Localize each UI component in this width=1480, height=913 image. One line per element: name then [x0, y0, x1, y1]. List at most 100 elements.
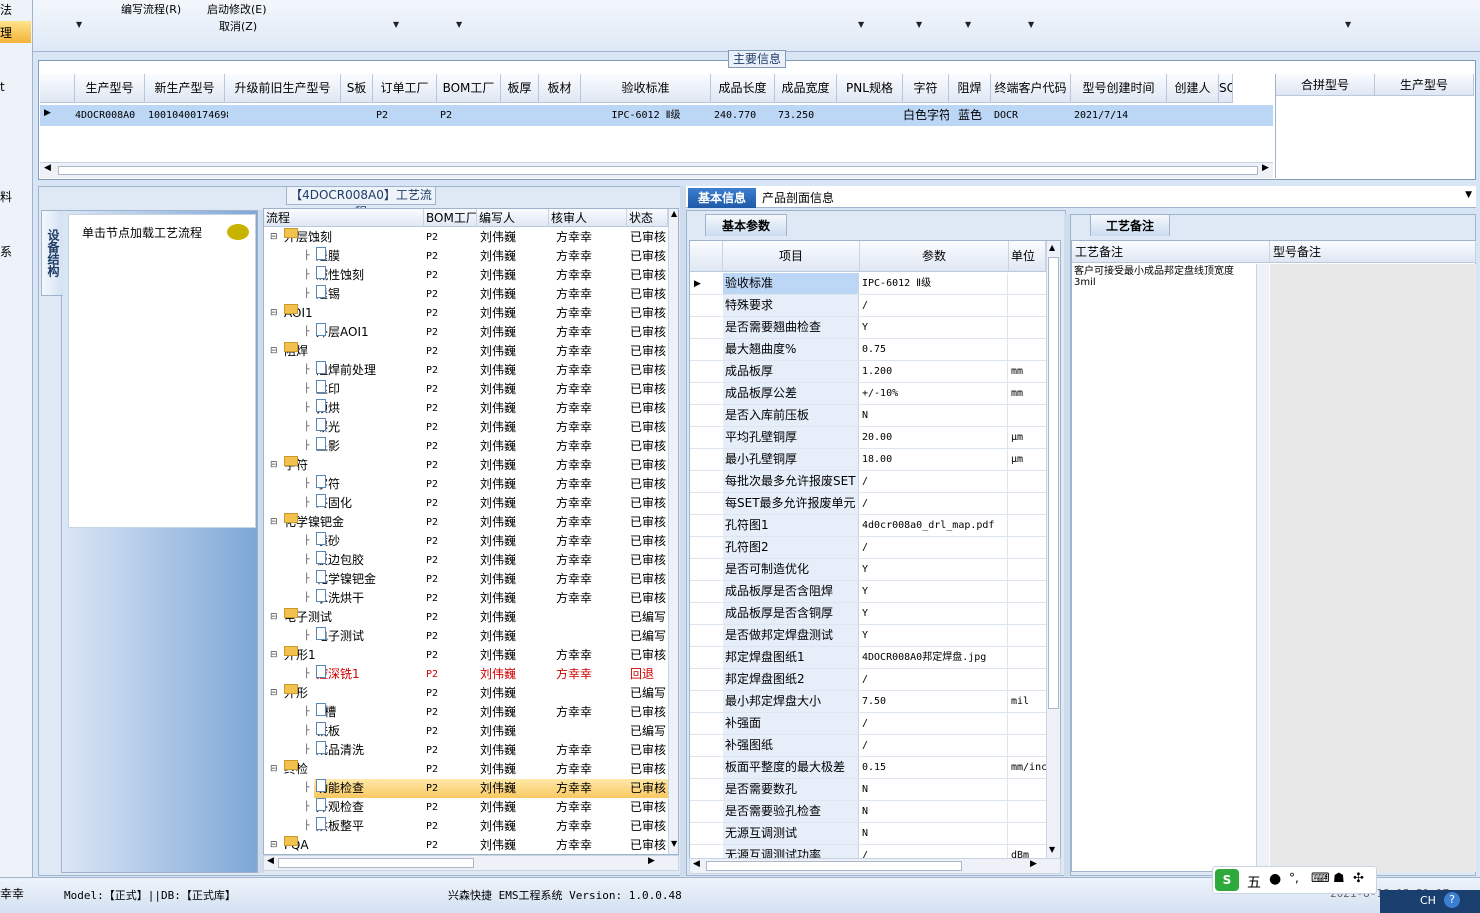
- dropdown-arrow-icon[interactable]: ▼: [1028, 20, 1034, 29]
- table-cell[interactable]: 2021/7/14: [1074, 105, 1170, 126]
- language-indicator[interactable]: CH: [1420, 894, 1436, 907]
- model-remark-area[interactable]: [1270, 264, 1476, 872]
- col-header[interactable]: 升级前旧生产型号: [225, 74, 341, 103]
- ime-toolbar[interactable]: S 五 ● °, ⌨ ☗ ✣: [1212, 866, 1377, 894]
- process-row[interactable]: ├ 退膜 P2 刘伟巍 方幸幸 已审核: [264, 247, 668, 266]
- process-row[interactable]: ⊟终检P2刘伟巍方幸幸已审核: [264, 760, 668, 779]
- table-cell[interactable]: 白色字符: [903, 105, 949, 126]
- param-row[interactable]: 成品板厚公差 +/-10% mm: [690, 383, 1046, 405]
- dropdown-arrow-icon[interactable]: ▼: [76, 20, 82, 29]
- process-row[interactable]: ⊟字符P2刘伟巍方幸幸已审核: [264, 456, 668, 475]
- table-cell[interactable]: P2: [440, 105, 504, 126]
- process-row[interactable]: ├ 板边包胶 P2 刘伟巍 方幸幸 已审核: [264, 551, 668, 570]
- param-row[interactable]: 是否需要数孔 N: [690, 779, 1046, 801]
- params-horizontal-scrollbar[interactable]: ◀ ▶: [689, 858, 1061, 874]
- collapse-icon[interactable]: ⊟: [270, 760, 278, 779]
- collapse-icon[interactable]: ⊟: [270, 228, 278, 247]
- process-row[interactable]: ⊟ AOI1 P2 刘伟巍 方幸幸 已审核: [264, 304, 668, 323]
- table-cell[interactable]: P2: [376, 105, 440, 126]
- process-row[interactable]: ├ 控深铣1 P2 刘伟巍 方幸幸 回退: [264, 665, 668, 684]
- process-row[interactable]: ├ 化学镍钯金 P2 刘伟巍 方幸幸 已审核: [264, 570, 668, 589]
- param-row[interactable]: 邦定焊盘图纸1 4DOCR008A0邦定焊盘.jpg: [690, 647, 1046, 669]
- col-header[interactable]: 验收标准: [581, 74, 711, 103]
- process-row[interactable]: ├ 铣板 P2 刘伟巍 已编写: [264, 722, 668, 741]
- col-header[interactable]: 型号创建时间: [1071, 74, 1167, 103]
- param-row[interactable]: 成品板厚是否含阻焊 Y: [690, 581, 1046, 603]
- ime-mode[interactable]: 五: [1247, 872, 1261, 892]
- col-header[interactable]: 生产型号: [75, 74, 145, 103]
- param-row[interactable]: 是否入库前压板 N: [690, 405, 1046, 427]
- process-row[interactable]: ├ 曝光 P2 刘伟巍 方幸幸 已审核: [264, 418, 668, 437]
- col-header[interactable]: S板: [341, 74, 373, 103]
- param-value[interactable]: N: [860, 405, 1008, 426]
- col-header[interactable]: SC: [1219, 74, 1233, 103]
- col-header[interactable]: 新生产型号: [145, 74, 225, 103]
- cancel-button[interactable]: 取消(Z): [219, 18, 257, 34]
- process-row[interactable]: ├ 字符 P2 刘伟巍 方幸幸 已审核: [264, 475, 668, 494]
- process-row[interactable]: ⊟ 外形1 P2 刘伟巍 方幸幸 已审核: [264, 646, 668, 665]
- table-cell[interactable]: DOCR: [994, 105, 1074, 126]
- process-row[interactable]: ├ 预烘 P2 刘伟巍 方幸幸 已审核: [264, 399, 668, 418]
- col-header-process[interactable]: 流程: [264, 209, 424, 227]
- collapse-icon[interactable]: ⊟: [270, 836, 278, 854]
- param-value[interactable]: /: [860, 295, 1008, 316]
- col-header[interactable]: 阻焊: [949, 74, 991, 103]
- user-icon[interactable]: ☗: [1333, 871, 1345, 886]
- param-value[interactable]: Y: [860, 603, 1008, 624]
- param-value[interactable]: /: [860, 735, 1008, 756]
- params-vertical-scrollbar[interactable]: ▲ ▼: [1046, 241, 1060, 859]
- param-row[interactable]: 成品板厚 1.200 mm: [690, 361, 1046, 383]
- col-header[interactable]: 成品长度: [711, 74, 775, 103]
- help-icon[interactable]: ?: [1444, 892, 1460, 908]
- dropdown-arrow-icon[interactable]: ▼: [965, 20, 971, 29]
- process-row[interactable]: ├ 喷砂 P2 刘伟巍 方幸幸 已审核: [264, 532, 668, 551]
- param-value[interactable]: 0.75: [860, 339, 1008, 360]
- param-row[interactable]: 特殊要求 /: [690, 295, 1046, 317]
- left-nav-item[interactable]: 理: [0, 24, 12, 41]
- param-value[interactable]: 20.00: [860, 427, 1008, 448]
- param-row[interactable]: 孔符图2/: [690, 537, 1046, 559]
- grid-icon[interactable]: ✣: [1353, 871, 1364, 886]
- param-value[interactable]: /: [860, 537, 1008, 558]
- param-value[interactable]: Y: [860, 559, 1008, 580]
- keyboard-icon[interactable]: ⌨: [1311, 871, 1330, 886]
- param-value[interactable]: /: [860, 713, 1008, 734]
- process-row[interactable]: ├ 阻焊前处理 P2 刘伟巍 方幸幸 已审核: [264, 361, 668, 380]
- param-value[interactable]: /: [860, 669, 1008, 690]
- param-row[interactable]: 是否做邦定焊盘测试 Y: [690, 625, 1046, 647]
- col-header[interactable]: 字符: [903, 74, 949, 103]
- param-row[interactable]: 验收标准 IPC-6012 Ⅱ级: [690, 273, 1046, 295]
- process-row[interactable]: ├ 水洗烘干 P2 刘伟巍 方幸幸 已审核: [264, 589, 668, 608]
- param-value[interactable]: 0.15: [860, 757, 1008, 778]
- process-row[interactable]: ⊟外形P2刘伟巍已编写: [264, 684, 668, 703]
- col-header[interactable]: 板厚: [501, 74, 539, 103]
- left-nav-item[interactable]: 法: [0, 1, 12, 18]
- param-value[interactable]: 1.200: [860, 361, 1008, 382]
- param-row[interactable]: 无源互调测试 N: [690, 823, 1046, 845]
- param-row[interactable]: 最小孔壁铜厚 18.00 μm: [690, 449, 1046, 471]
- process-row[interactable]: ⊟ 外层蚀刻 P2 刘伟巍 方幸幸 已审核: [264, 228, 668, 247]
- tab-process-remarks[interactable]: 工艺备注: [1090, 214, 1170, 236]
- param-value[interactable]: N: [860, 801, 1008, 822]
- dropdown-arrow-icon[interactable]: ▼: [1345, 20, 1351, 29]
- param-row[interactable]: 每SET最多允许报废单元 /: [690, 493, 1046, 515]
- table-cell[interactable]: 蓝色: [949, 105, 991, 126]
- process-row[interactable]: ├ 显影 P2 刘伟巍 方幸幸 已审核: [264, 437, 668, 456]
- start-modify-button[interactable]: 启动修改(E): [207, 1, 267, 17]
- process-row[interactable]: ⊟ 化学镍钯金 P2 刘伟巍 方幸幸 已审核: [264, 513, 668, 532]
- process-row[interactable]: ├ V槽 P2 刘伟巍 方幸幸 已审核: [264, 703, 668, 722]
- process-row[interactable]: ├ 外观检查 P2 刘伟巍 方幸幸 已审核: [264, 798, 668, 817]
- equipment-structure-tab[interactable]: 设备结构: [41, 210, 63, 296]
- col-header[interactable]: 终端客户代码: [991, 74, 1071, 103]
- param-value[interactable]: /: [860, 471, 1008, 492]
- process-row[interactable]: ├ 功能检查 P2 刘伟巍 方幸幸 已审核: [264, 779, 668, 798]
- process-row[interactable]: ├ 电子测试 P2 刘伟巍 已编写: [264, 627, 668, 646]
- param-row[interactable]: 最小邦定焊盘大小 7.50 mil: [690, 691, 1046, 713]
- left-nav-item[interactable]: t: [0, 80, 5, 94]
- process-row[interactable]: ⊟ 电子测试 P2 刘伟巍 已编写: [264, 608, 668, 627]
- collapse-icon[interactable]: ⊟: [270, 646, 278, 665]
- process-row[interactable]: ├ 退锡 P2 刘伟巍 方幸幸 已审核: [264, 285, 668, 304]
- param-value[interactable]: /: [860, 493, 1008, 514]
- table-cell[interactable]: 240.770: [714, 105, 778, 126]
- col-header-unit[interactable]: 单位: [1009, 241, 1046, 272]
